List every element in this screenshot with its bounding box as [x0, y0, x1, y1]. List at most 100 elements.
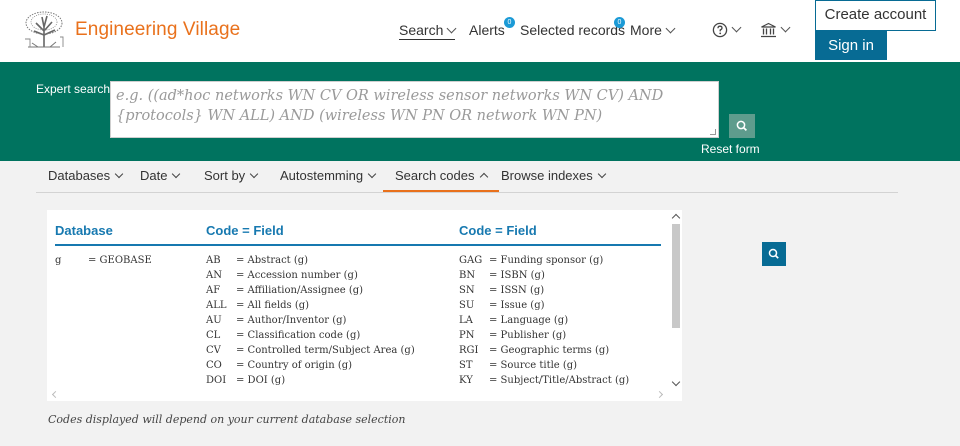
chevron-down-icon — [446, 23, 457, 34]
code: ST — [459, 360, 473, 371]
code: PN — [459, 330, 475, 341]
chevron-down-icon — [249, 169, 259, 179]
nav-alerts-label: Alerts — [469, 22, 505, 38]
horizontal-scrollbar[interactable] — [47, 390, 670, 401]
codes-footnote: Codes displayed will depend on your curr… — [48, 413, 406, 426]
tab-label: Search codes — [395, 168, 475, 183]
reset-form-link[interactable]: Reset form — [701, 142, 760, 156]
tab-search-codes[interactable]: Search codes — [383, 161, 499, 192]
chevron-down-icon — [780, 22, 791, 33]
code: CV — [206, 345, 221, 356]
code: CL — [206, 330, 221, 341]
field: = Funding sponsor (g) — [489, 255, 604, 266]
institution-icon — [761, 23, 776, 38]
brand-title[interactable]: Engineering Village — [75, 19, 240, 41]
code: AF — [206, 285, 221, 296]
header-divider — [55, 244, 661, 246]
nav-alerts[interactable]: Alerts — [469, 22, 505, 38]
code: SN — [459, 285, 475, 296]
chevron-up-icon — [479, 172, 488, 182]
chevron-down-icon — [665, 23, 676, 34]
institution-menu[interactable] — [760, 21, 791, 38]
scroll-up-icon[interactable] — [671, 213, 681, 223]
search-submit-button[interactable] — [729, 114, 755, 138]
search-options-tabs: Databases Date Sort by Autostemming Sear… — [36, 161, 898, 193]
nav-selected-records[interactable]: Selected records — [520, 22, 625, 38]
scrollbar-corner — [670, 390, 682, 401]
scrollbar-thumb[interactable] — [672, 224, 680, 328]
code: GAG — [459, 255, 483, 266]
code: AB — [206, 255, 221, 266]
alerts-count-badge: 0 — [504, 17, 515, 28]
scroll-down-icon[interactable] — [671, 377, 681, 387]
tab-databases[interactable]: Databases — [36, 161, 134, 192]
expert-search-placeholder: e.g. ((ad*hoc networks WN CV OR wireless… — [116, 88, 664, 124]
field: = Affiliation/Assignee (g) — [236, 285, 364, 296]
tab-date[interactable]: Date — [128, 161, 191, 192]
vertical-scrollbar[interactable] — [670, 210, 682, 391]
help-menu[interactable] — [712, 21, 742, 38]
code: DOI — [206, 375, 227, 386]
field: = Abstract (g) — [236, 255, 309, 266]
search-band: Expert search: e.g. ((ad*hoc networks WN… — [0, 62, 960, 161]
selected-count-badge: 0 — [614, 17, 625, 28]
scroll-left-icon[interactable] — [51, 390, 60, 399]
chevron-down-icon — [597, 169, 607, 179]
expert-search-input[interactable]: e.g. ((ad*hoc networks WN CV OR wireless… — [110, 81, 719, 138]
scroll-right-icon[interactable] — [655, 390, 664, 399]
tab-label: Autostemming — [280, 168, 364, 183]
field: = Issue (g) — [489, 300, 545, 311]
field: = All fields (g) — [236, 300, 310, 311]
nav-selected-records-label: Selected records — [520, 22, 626, 38]
tab-browse-indexes[interactable]: Browse indexes — [489, 161, 617, 192]
nav-search[interactable]: Search — [399, 22, 457, 40]
search-icon — [736, 120, 748, 132]
nav-more-label: More — [630, 22, 662, 38]
code: RGI — [459, 345, 479, 356]
sign-in-button[interactable]: Sign in — [815, 31, 887, 60]
code: KY — [459, 375, 473, 386]
code: AN — [206, 270, 222, 281]
tab-autostemming[interactable]: Autostemming — [268, 161, 387, 192]
field: = Country of origin (g) — [236, 360, 353, 371]
field: = Publisher (g) — [489, 330, 567, 341]
field: = Classification code (g) — [236, 330, 361, 341]
field: = Language (g) — [489, 315, 569, 326]
top-header: Engineering Village Search Alerts 0 Sele… — [0, 0, 960, 62]
search-icon — [768, 248, 779, 259]
code-field-column-header: Code = Field — [459, 223, 537, 238]
database-name: = GEOBASE — [88, 255, 152, 266]
help-icon — [712, 23, 728, 38]
field: = Author/Inventor (g) — [236, 315, 347, 326]
create-account-button[interactable]: Create account — [815, 0, 936, 31]
field: = Accession number (g) — [236, 270, 358, 281]
code: BN — [459, 270, 476, 281]
tab-label: Sort by — [204, 168, 246, 183]
database-code: g — [55, 255, 62, 266]
chevron-down-icon — [114, 169, 124, 179]
field: = Controlled term/Subject Area (g) — [236, 345, 415, 356]
code: LA — [459, 315, 473, 326]
code: SU — [459, 300, 475, 311]
search-button[interactable] — [762, 242, 786, 266]
code: AU — [206, 315, 222, 326]
database-column-header: Database — [55, 223, 113, 238]
elsevier-tree-logo[interactable] — [22, 9, 66, 49]
code: ALL — [206, 300, 227, 311]
nav-search-label: Search — [399, 22, 444, 38]
field: = ISSN (g) — [489, 285, 545, 296]
field: = Subject/Title/Abstract (g) — [489, 375, 630, 386]
field: = DOI (g) — [236, 375, 286, 386]
tab-label: Browse indexes — [501, 168, 593, 183]
field: = ISBN (g) — [489, 270, 545, 281]
resize-handle-icon[interactable] — [710, 129, 716, 135]
chevron-down-icon — [367, 169, 377, 179]
tab-sort-by[interactable]: Sort by — [192, 161, 269, 192]
code-field-column-header: Code = Field — [206, 223, 284, 238]
nav-more[interactable]: More — [630, 22, 676, 38]
chevron-down-icon — [172, 169, 181, 179]
expert-search-label: Expert search: — [36, 82, 114, 96]
code: CO — [206, 360, 222, 371]
field: = Source title (g) — [489, 360, 578, 371]
tab-label: Date — [140, 168, 168, 183]
